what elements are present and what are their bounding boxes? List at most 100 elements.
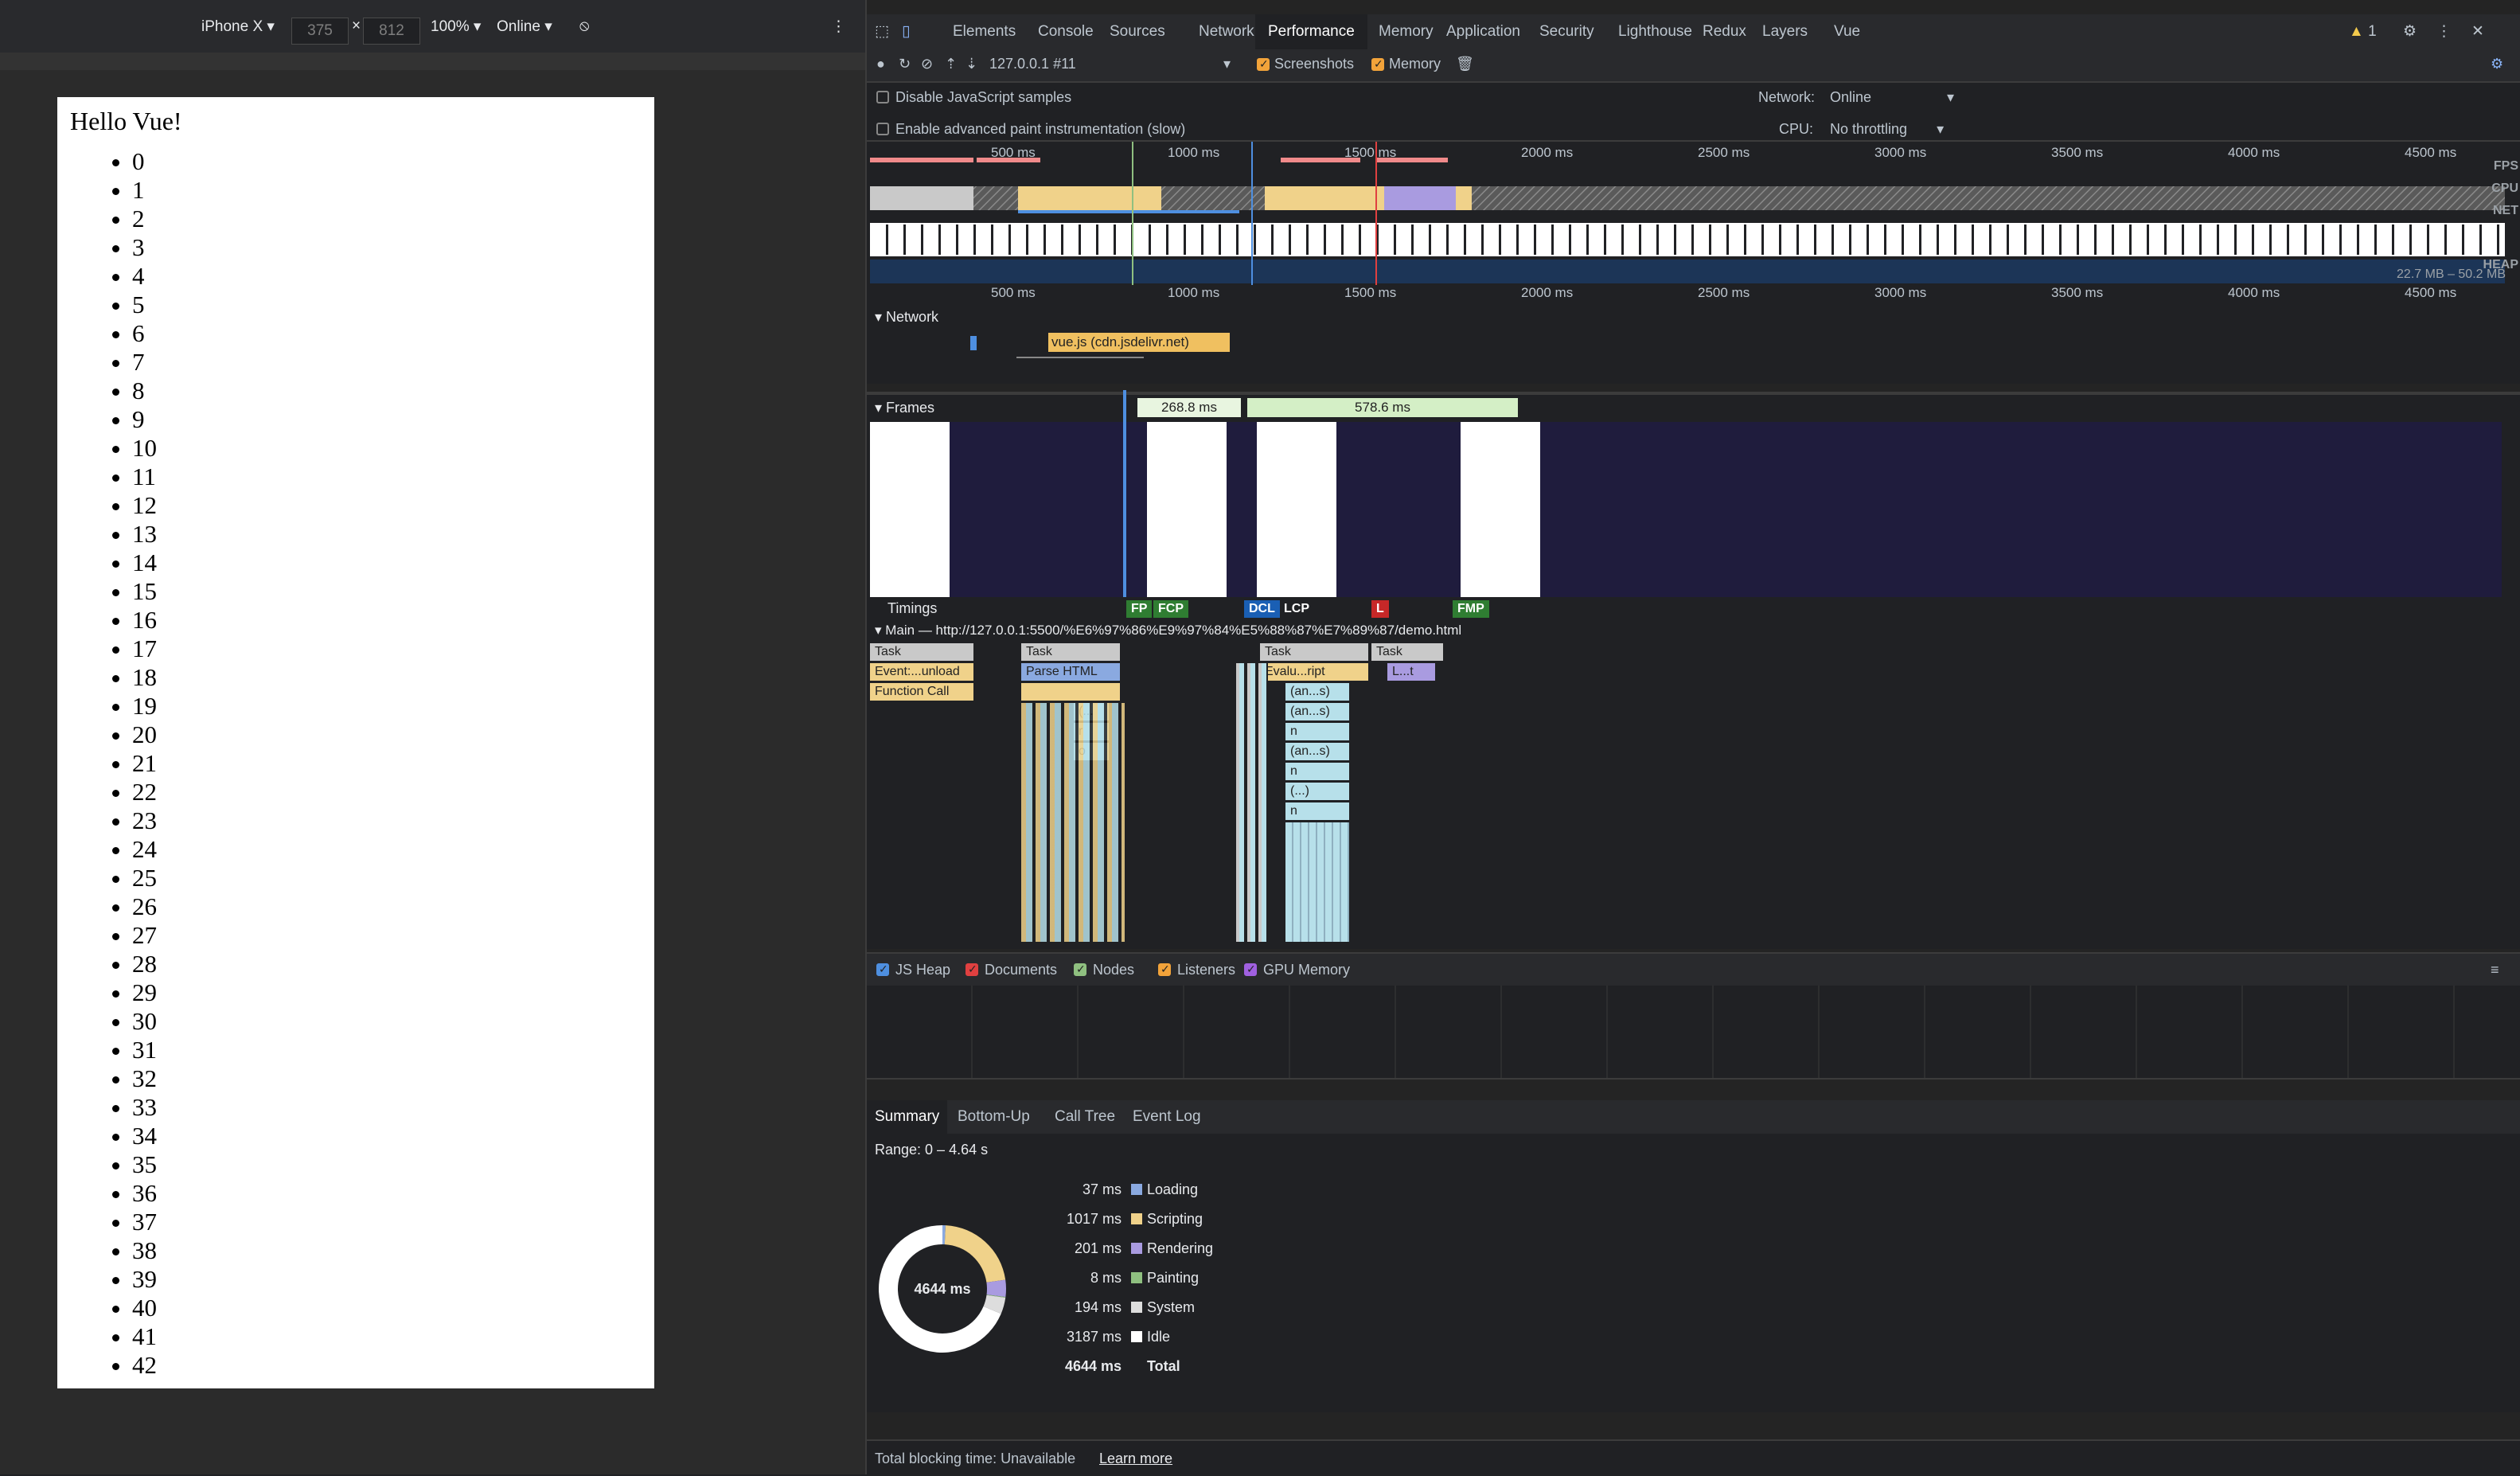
tab-security[interactable]: Security [1539, 14, 1594, 49]
details-tab-event-log[interactable]: Event Log [1125, 1100, 1209, 1134]
network-request-line [1016, 357, 1144, 358]
flame-task-2[interactable]: Task [1021, 643, 1120, 661]
donut-total: 4644 ms [914, 1281, 970, 1297]
frames-strip[interactable] [870, 390, 2502, 836]
counter-checkbox-documents[interactable] [965, 963, 978, 976]
memory-label: Memory [1389, 56, 1441, 72]
frame-screenshot-4[interactable] [1461, 422, 1540, 597]
reload-profile-icon[interactable]: ↻ [899, 56, 911, 72]
page-list-item: 0 [132, 147, 654, 176]
tab-application[interactable]: Application [1446, 14, 1520, 49]
flame-anon-1[interactable]: (an...s) [1285, 683, 1349, 701]
tab-memory[interactable]: Memory [1379, 14, 1434, 49]
flame-function-call[interactable]: Function Call [870, 683, 973, 701]
inspect-element-icon[interactable]: ⬚ [875, 14, 895, 49]
flame-layout[interactable]: L...t [1387, 663, 1435, 681]
counter-checkbox-gpu-memory[interactable] [1244, 963, 1257, 976]
recording-dropdown-icon[interactable]: ▾ [1223, 56, 1231, 72]
flame-task-4[interactable]: Task [1371, 643, 1443, 661]
main-thread-title[interactable]: ▾ Main — http://127.0.0.1:5500/%E6%97%86… [875, 623, 1461, 638]
tab-vue[interactable]: Vue [1834, 14, 1860, 49]
device-select[interactable]: iPhone X ▾ [201, 18, 275, 36]
timing-load[interactable]: L [1371, 600, 1389, 618]
screenshot-divider [2252, 225, 2254, 255]
details-tab-bottom-up[interactable]: Bottom-Up [950, 1100, 1038, 1134]
details-tab-call-tree[interactable]: Call Tree [1047, 1100, 1123, 1134]
advanced-paint-checkbox[interactable] [876, 123, 889, 135]
collect-garbage-icon[interactable]: 🗑 [1456, 56, 1474, 72]
tab-network[interactable]: Network [1199, 14, 1254, 49]
more-menu-icon[interactable]: ⋮ [2436, 14, 2452, 49]
flame-script[interactable] [1021, 683, 1120, 701]
flame-anon-2[interactable]: (an...s) [1285, 703, 1349, 720]
timing-dcl[interactable]: DCL [1244, 600, 1280, 618]
network-request-html[interactable] [970, 336, 977, 350]
counter-checkbox-js-heap[interactable] [876, 963, 889, 976]
screenshot-divider [2164, 225, 2167, 255]
more-options-icon[interactable]: ⋮ [831, 18, 846, 36]
screenshot-divider [1796, 225, 1799, 255]
zoom-select[interactable]: 100% ▾ [431, 18, 481, 36]
network-request-vuejs[interactable]: vue.js (cdn.jsdelivr.net) [1048, 333, 1230, 352]
network-throttle-select[interactable]: Online ▾ [1830, 89, 1954, 106]
frame-screenshot-2[interactable] [1147, 422, 1227, 597]
page-list-item: 41 [132, 1322, 654, 1351]
flame-anon-3[interactable]: (an...s) [1285, 743, 1349, 760]
tab-performance[interactable]: Performance [1255, 14, 1367, 52]
screenshots-checkbox[interactable] [1257, 57, 1270, 71]
summary-label: Scripting [1147, 1211, 1203, 1227]
counter-checkbox-listeners[interactable] [1158, 963, 1171, 976]
learn-more-link[interactable]: Learn more [1099, 1451, 1172, 1467]
frame-duration-2[interactable]: 578.6 ms [1247, 398, 1518, 417]
timing-fcp[interactable]: FCP [1153, 600, 1188, 618]
height-input[interactable]: 812 [363, 18, 420, 45]
record-icon[interactable]: ● [876, 56, 885, 72]
counter-checkbox-nodes[interactable] [1074, 963, 1086, 976]
recording-select[interactable]: 127.0.0.1 #11 [989, 56, 1076, 72]
warning-icon[interactable]: ▲ 1 [2349, 14, 2377, 49]
flame-n-1[interactable]: n [1285, 723, 1349, 740]
frame-screenshot-1[interactable] [870, 422, 950, 597]
rotate-icon[interactable]: ⦸ [579, 18, 589, 35]
screenshot-divider [1534, 225, 1536, 255]
screenshot-divider [1761, 225, 1764, 255]
flame-evaluate-script[interactable]: Evalu...ript [1260, 663, 1368, 681]
memory-checkbox[interactable] [1371, 57, 1384, 71]
flame-event-unload[interactable]: Event:...unload [870, 663, 973, 681]
throttle-select[interactable]: Online ▾ [497, 18, 552, 36]
counters-menu-icon[interactable]: ≡ [2491, 962, 2499, 978]
close-devtools-icon[interactable]: ✕ [2471, 14, 2484, 49]
capture-settings-icon[interactable]: ⚙ [2491, 56, 2503, 72]
screenshot-divider [1656, 225, 1659, 255]
timeline-overview[interactable]: 500 ms 1000 ms 1500 ms 2000 ms 2500 ms 3000 m… [867, 142, 2520, 310]
flame-n-3[interactable]: n [1285, 802, 1349, 820]
page-list-item: 17 [132, 635, 654, 663]
tab-lighthouse[interactable]: Lighthouse [1618, 14, 1692, 49]
tab-redux[interactable]: Redux [1703, 14, 1746, 49]
flame-paren[interactable]: (...) [1285, 783, 1349, 800]
timing-fp[interactable]: FP [1126, 600, 1153, 618]
tab-layers[interactable]: Layers [1762, 14, 1808, 49]
width-input[interactable]: 375 [291, 18, 349, 45]
cpu-throttle-select[interactable]: No throttling ▾ [1830, 121, 1944, 138]
device-toolbar-icon[interactable]: ▯ [902, 14, 923, 49]
load-profile-icon[interactable]: ⇡ [945, 56, 957, 72]
timing-lcp[interactable]: LCP [1279, 600, 1314, 618]
frame-screenshot-3[interactable] [1257, 422, 1336, 597]
details-tab-summary[interactable]: Summary [867, 1100, 948, 1136]
flame-n-2[interactable]: n [1285, 763, 1349, 780]
tab-console[interactable]: Console [1038, 14, 1094, 49]
settings-gear-icon[interactable]: ⚙ [2403, 14, 2417, 49]
network-track-title[interactable]: ▾ Network [875, 309, 938, 326]
tab-sources[interactable]: Sources [1110, 14, 1165, 49]
flame-task-1[interactable]: Task [870, 643, 973, 661]
disable-js-samples-checkbox[interactable] [876, 91, 889, 103]
frames-title[interactable]: ▾ Frames [875, 400, 934, 416]
frame-duration-1[interactable]: 268.8 ms [1137, 398, 1241, 417]
timing-fmp[interactable]: FMP [1453, 600, 1489, 618]
flame-task-3[interactable]: Task [1260, 643, 1368, 661]
flame-parse-html[interactable]: Parse HTML [1021, 663, 1120, 681]
tab-elements[interactable]: Elements [953, 14, 1016, 49]
clear-icon[interactable]: ⊘ [921, 56, 933, 72]
save-profile-icon[interactable]: ⇣ [965, 56, 977, 72]
